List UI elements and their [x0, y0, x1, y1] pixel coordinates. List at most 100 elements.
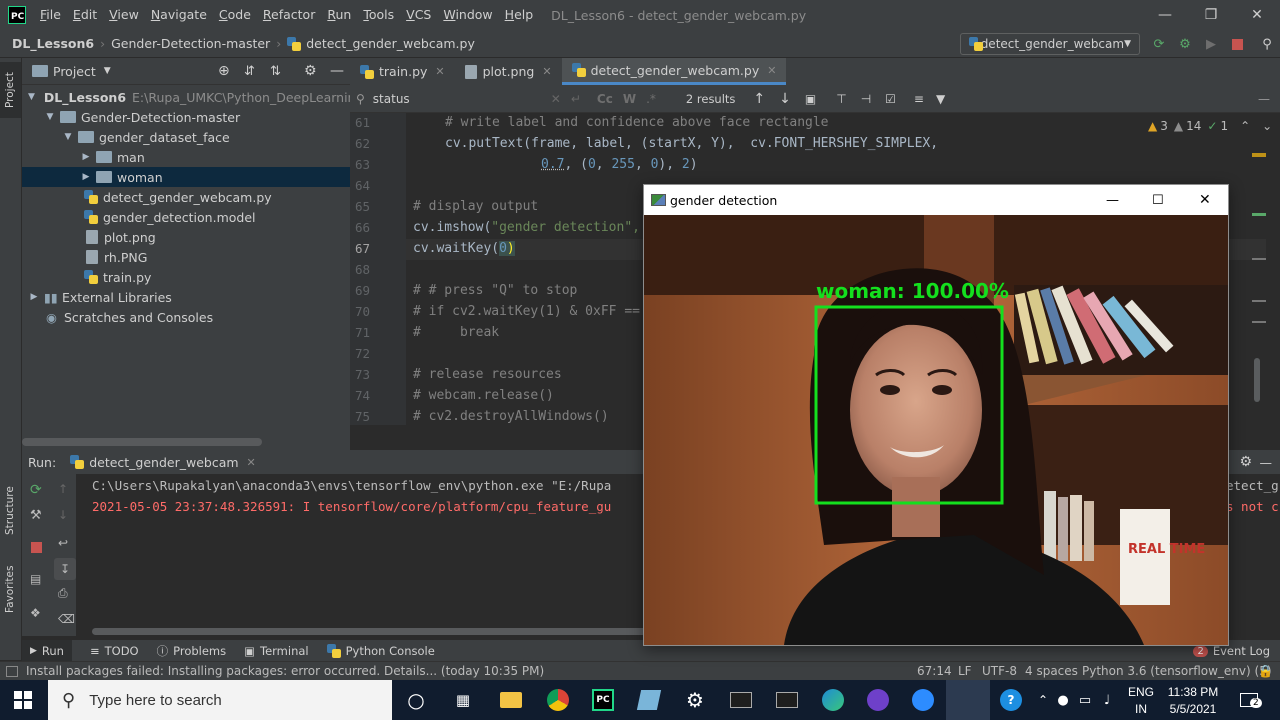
stop-icon[interactable] — [1229, 36, 1245, 52]
chevron-down-icon[interactable]: ▼ — [104, 66, 111, 76]
hide-panel-icon[interactable]: — — [330, 63, 344, 79]
arrow-down-icon[interactable]: ↓ — [58, 508, 68, 522]
tree-item-file[interactable]: rh.PNG — [22, 247, 350, 267]
windows-start-icon[interactable] — [10, 688, 36, 712]
run-tab-label[interactable]: detect_gender_webcam — [89, 455, 238, 470]
volume-icon[interactable]: ♩ — [1094, 688, 1120, 712]
language-indicator[interactable]: ENG — [1126, 685, 1156, 699]
clear-icon[interactable]: ✕ — [551, 92, 561, 106]
search-input[interactable]: status — [373, 92, 523, 106]
line-separator[interactable]: LF — [958, 664, 972, 678]
new-line-icon[interactable]: ↵ — [571, 92, 581, 106]
help-icon[interactable]: ? — [998, 688, 1024, 712]
menu-vcs[interactable]: VCS — [400, 0, 437, 30]
debug-bug-icon[interactable]: ⚙ — [1177, 36, 1193, 52]
edge-icon[interactable] — [820, 688, 846, 712]
breadcrumb-project[interactable]: DL_Lesson6 — [12, 36, 94, 51]
scroll-to-end-icon[interactable]: ↧ — [54, 558, 76, 580]
close-icon[interactable]: ✕ — [435, 65, 444, 78]
toggle-tool-windows-icon[interactable] — [6, 665, 18, 677]
menu-run[interactable]: Run — [321, 0, 357, 30]
chevron-up-icon[interactable]: ⌃ — [1240, 119, 1250, 133]
regex-toggle[interactable]: .* — [646, 92, 656, 106]
lock-icon[interactable]: 🔒 — [1258, 664, 1273, 678]
file-encoding[interactable]: UTF-8 — [982, 664, 1017, 678]
favorites-stripe-label[interactable]: Favorites — [4, 566, 16, 613]
vertical-scrollbar[interactable] — [1254, 358, 1260, 402]
whole-words-toggle[interactable]: W — [623, 92, 636, 106]
arrow-up-icon[interactable]: ↑ — [753, 91, 765, 107]
menu-view[interactable]: View — [103, 0, 145, 30]
layout-icon[interactable]: ▤ — [30, 572, 41, 586]
structure-stripe-label[interactable]: Structure — [4, 486, 16, 535]
file-explorer-icon[interactable] — [498, 688, 524, 712]
tree-item-folder[interactable]: ▶ man — [22, 147, 350, 167]
hide-panel-icon[interactable]: — — [1260, 455, 1273, 470]
notifications-icon[interactable]: 2 — [1236, 688, 1262, 712]
locate-target-icon[interactable]: ⊕ — [218, 63, 230, 79]
filter-options-icon[interactable]: ≡ — [914, 92, 924, 106]
tab-detect-gender-webcam[interactable]: detect_gender_webcam.py ✕ — [561, 58, 787, 85]
tool-tab-python-console[interactable]: Python Console — [326, 644, 435, 658]
tool-tab-problems[interactable]: ⓘ Problems — [157, 643, 227, 659]
tool-tab-run[interactable]: ▶ Run — [22, 640, 72, 662]
restore-button[interactable]: ❐ — [1188, 0, 1234, 30]
select-all-occurrences-icon[interactable]: ▣ — [805, 92, 816, 106]
error-stripe-marker[interactable] — [1252, 300, 1266, 302]
tree-item-file[interactable]: plot.png — [22, 227, 350, 247]
terminal-app-icon[interactable] — [728, 688, 754, 712]
cortana-icon[interactable]: ○ — [403, 688, 429, 712]
error-stripe-marker[interactable] — [1252, 153, 1266, 157]
app-icon[interactable] — [636, 688, 662, 712]
minimize-button[interactable]: — — [1106, 193, 1119, 208]
arrow-down-icon[interactable]: ↓ — [779, 91, 791, 107]
rerun-icon[interactable]: ⟳ — [1151, 36, 1167, 52]
tree-item-file[interactable]: gender_detection.model — [22, 207, 350, 227]
tool-tab-todo[interactable]: ≡ TODO — [90, 644, 139, 658]
caret-position[interactable]: 67:14 — [917, 664, 952, 678]
pin-icon[interactable]: ❖ — [30, 606, 41, 620]
github-icon[interactable] — [865, 688, 891, 712]
filter-icon[interactable]: ▼ — [936, 92, 945, 106]
gear-icon[interactable]: ⚙ — [1239, 454, 1252, 470]
horizontal-scrollbar[interactable] — [22, 438, 262, 446]
menu-edit[interactable]: Edit — [67, 0, 103, 30]
coverage-icon[interactable]: ▶ — [1203, 36, 1219, 52]
close-window-button[interactable]: ✕ — [1234, 0, 1280, 30]
tree-item-project-root[interactable]: ▼ DL_Lesson6 E:\Rupa_UMKC\Python_DeepLea… — [22, 87, 350, 107]
project-stripe-button[interactable]: Project — [0, 62, 21, 118]
language-region[interactable]: IN — [1126, 702, 1156, 716]
chrome-icon[interactable] — [545, 688, 571, 712]
rerun-icon[interactable]: ⟳ — [30, 482, 42, 498]
run-configuration-select[interactable]: detect_gender_webcam ▼ — [960, 33, 1140, 55]
tree-item-folder[interactable]: ▼ gender_dataset_face — [22, 127, 350, 147]
match-case-toggle[interactable]: Cc — [597, 92, 613, 106]
menu-refactor[interactable]: Refactor — [257, 0, 321, 30]
tree-item-folder-selected[interactable]: ▶ woman — [22, 167, 350, 187]
python-window-taskbar-button[interactable] — [946, 680, 990, 720]
horizontal-scrollbar[interactable] — [92, 628, 692, 635]
zoom-icon[interactable] — [910, 688, 936, 712]
breadcrumb-folder[interactable]: Gender-Detection-master — [111, 36, 270, 51]
stop-icon[interactable] — [31, 542, 42, 553]
menu-file[interactable]: File — [34, 0, 67, 30]
maximize-button[interactable]: ☐ — [1152, 193, 1164, 208]
terminal-app-icon[interactable] — [774, 688, 800, 712]
menu-navigate[interactable]: Navigate — [145, 0, 213, 30]
arrow-up-icon[interactable]: ↑ — [58, 482, 68, 496]
collapse-all-icon[interactable]: ⇅ — [270, 64, 281, 79]
project-panel-title[interactable]: Project — [53, 64, 96, 79]
tree-item-folder[interactable]: ▼ Gender-Detection-master — [22, 107, 350, 127]
tree-item-scratches[interactable]: ◉ Scratches and Consoles — [22, 307, 350, 327]
chevron-down-icon[interactable]: ⌄ — [1262, 119, 1272, 133]
gd-title-bar[interactable]: gender detection — ☐ ✕ — [644, 185, 1228, 215]
soft-wrap-icon[interactable]: ↩ — [58, 536, 68, 550]
clock-date[interactable]: 5/5/2021 — [1162, 702, 1224, 716]
event-log-button[interactable]: 2 Event Log — [1193, 644, 1270, 658]
minimize-button[interactable]: — — [1142, 0, 1188, 30]
close-icon[interactable]: ✕ — [767, 64, 776, 77]
remove-occurrence-icon[interactable]: ⊣ — [861, 92, 871, 106]
clock-time[interactable]: 11:38 PM — [1162, 685, 1224, 699]
select-all-icon[interactable]: ☑ — [885, 92, 896, 106]
tab-train-py[interactable]: train.py ✕ — [350, 58, 455, 85]
